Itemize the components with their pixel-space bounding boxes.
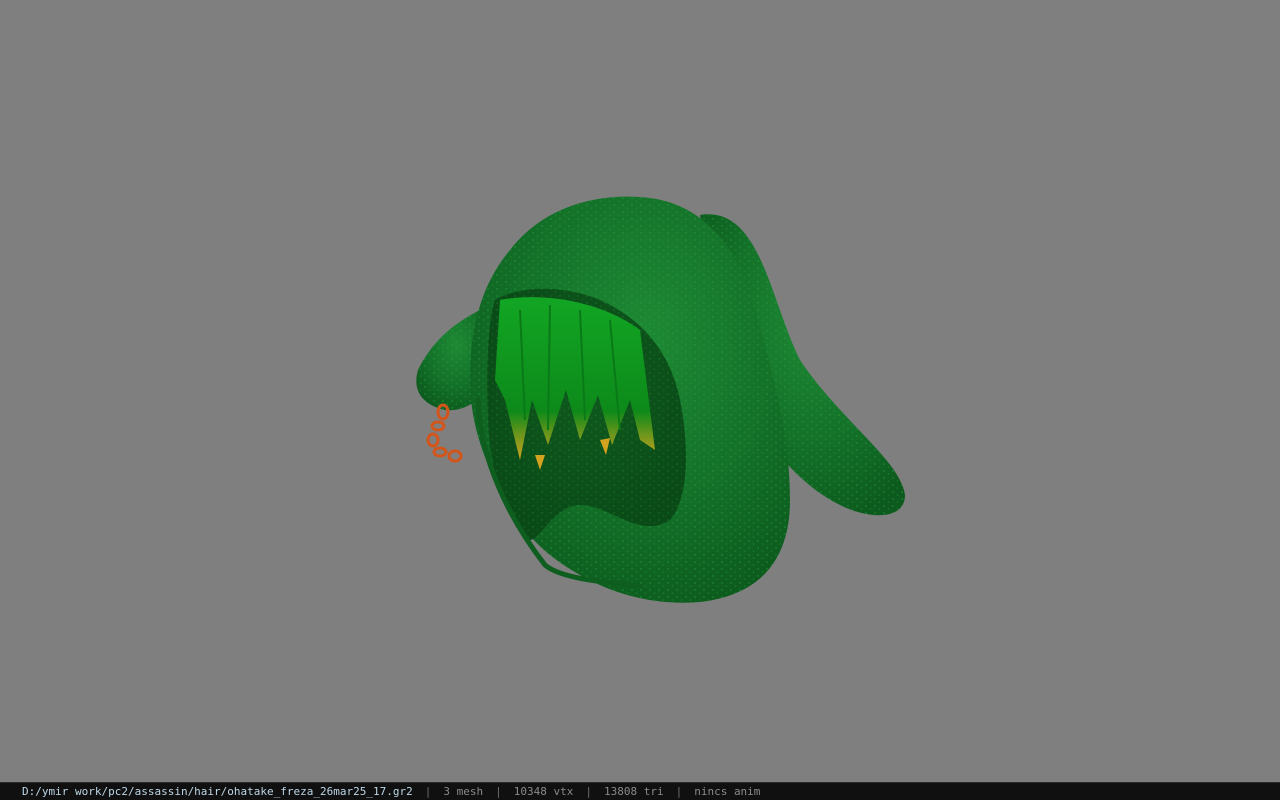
status-bar: D:/ymir work/pc2/assassin/hair/ohatake_f… bbox=[0, 782, 1280, 800]
triangle-count: 13808 tri bbox=[603, 785, 664, 798]
vertex-count: 10348 vtx bbox=[513, 785, 574, 798]
separator: | bbox=[424, 785, 432, 798]
chain-accessory bbox=[426, 403, 463, 463]
anim-status: nincs anim bbox=[694, 785, 761, 798]
separator: | bbox=[495, 785, 502, 798]
mesh-count: 3 mesh bbox=[443, 785, 484, 798]
separator: | bbox=[585, 785, 592, 798]
hair-model-render[interactable] bbox=[0, 0, 1280, 782]
separator: | bbox=[675, 785, 683, 798]
3d-viewport[interactable] bbox=[0, 0, 1280, 782]
file-path: D:/ymir work/pc2/assassin/hair/ohatake_f… bbox=[22, 785, 413, 798]
